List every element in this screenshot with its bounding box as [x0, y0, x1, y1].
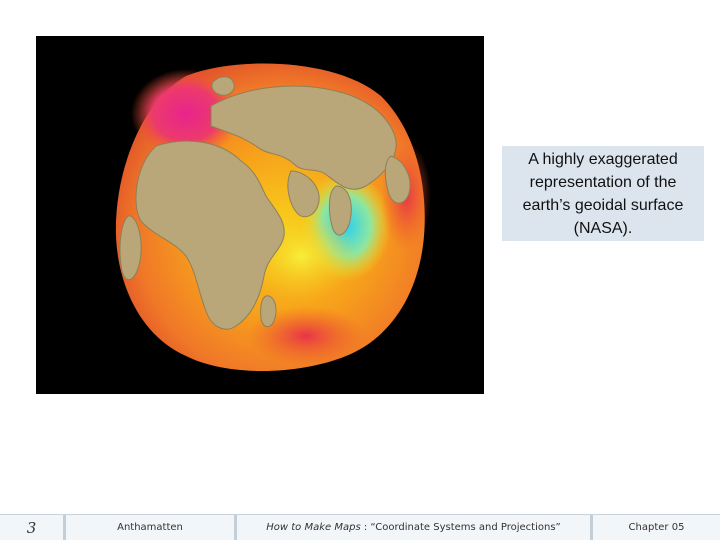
book-title-cell: How to Make Maps : “Coordinate Systems a…: [237, 515, 590, 540]
chapter-cell: Chapter 05: [593, 515, 720, 540]
caption-text: A highly exaggerated representation of t…: [522, 150, 684, 237]
page-number: 3: [26, 518, 37, 537]
footer: 3 Anthamatten How to Make Maps : “Coordi…: [0, 514, 720, 540]
slide: A highly exaggerated representation of t…: [0, 0, 720, 540]
page-number-cell: 3: [0, 515, 63, 540]
author-cell: Anthamatten: [66, 515, 234, 540]
chapter-label: Chapter 05: [628, 522, 685, 533]
geoid-image: [36, 36, 484, 394]
caption-box: A highly exaggerated representation of t…: [502, 146, 704, 241]
book-title: How to Make Maps: [266, 522, 361, 533]
geoid-illustration: [115, 63, 431, 372]
chapter-subtitle: : “Coordinate Systems and Projections”: [360, 522, 561, 533]
author-name: Anthamatten: [117, 522, 183, 533]
